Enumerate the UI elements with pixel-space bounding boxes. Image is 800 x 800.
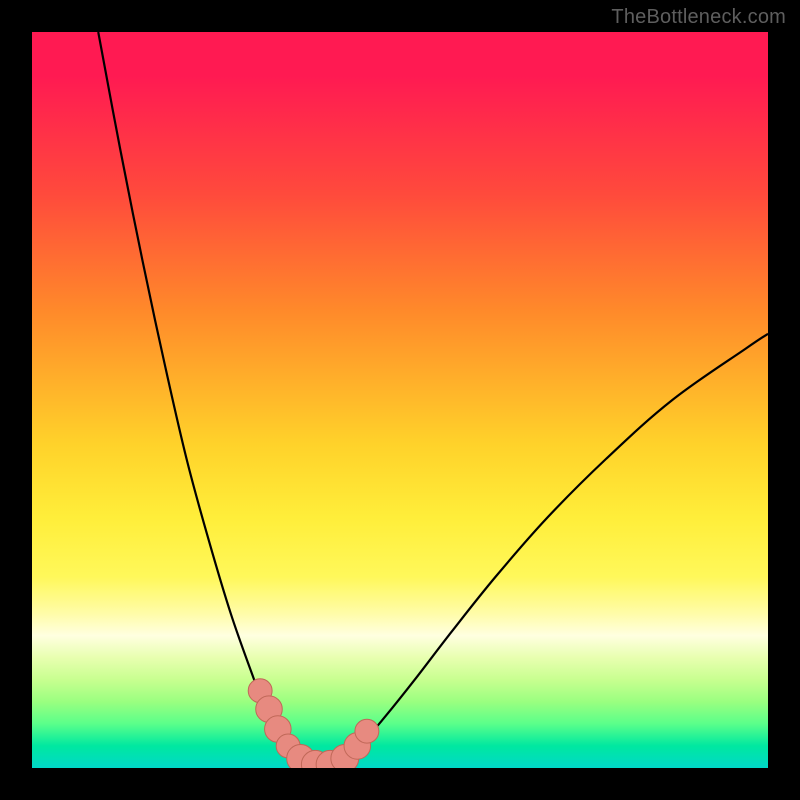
- valley-markers: [248, 679, 379, 768]
- curve-left-branch: [98, 32, 297, 757]
- outer-frame: TheBottleneck.com: [0, 0, 800, 800]
- valley-marker: [355, 719, 379, 743]
- gradient-plot-area: [32, 32, 768, 768]
- watermark-text: TheBottleneck.com: [611, 6, 786, 29]
- curve-right-branch: [348, 334, 768, 757]
- chart-svg: [32, 32, 768, 768]
